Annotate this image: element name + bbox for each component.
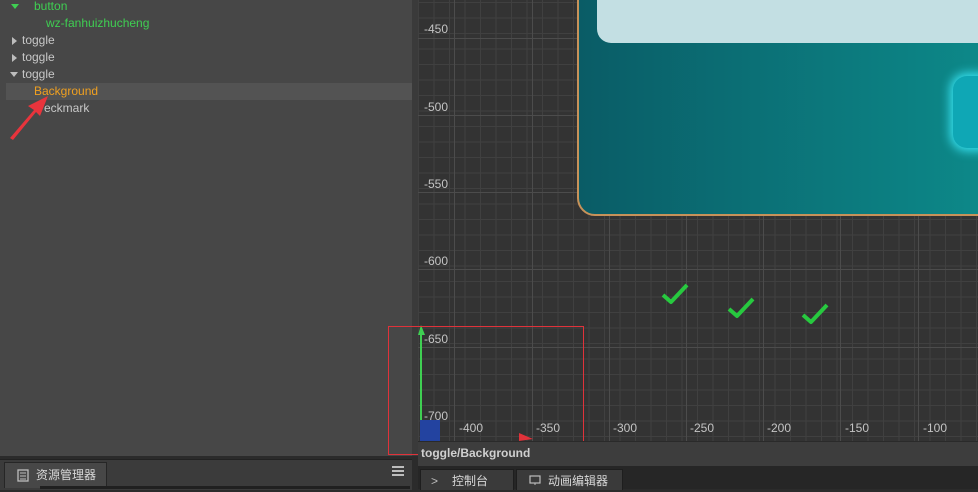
- animation-icon: [529, 475, 541, 485]
- x-tick-label: -250: [690, 421, 715, 435]
- dialog-button-sprite[interactable]: [953, 76, 978, 148]
- node-label: button: [34, 0, 68, 13]
- hierarchy-panel: button wz-fanhuizhucheng toggle toggle t…: [0, 0, 413, 456]
- node-background-selected[interactable]: Background: [6, 83, 412, 100]
- y-tick-label: -600: [424, 254, 449, 268]
- collapse-arrow-icon[interactable]: [12, 54, 17, 62]
- x-tick-label: -100: [923, 421, 948, 435]
- expand-arrow-icon[interactable]: [11, 4, 19, 9]
- status-bar: toggle/Background: [418, 441, 978, 466]
- node-button[interactable]: button: [11, 0, 68, 15]
- checkmark-icon[interactable]: [800, 302, 830, 326]
- assets-tab[interactable]: 资源管理器: [4, 462, 107, 488]
- y-tick-label: -500: [424, 100, 449, 114]
- expand-arrow-icon[interactable]: [10, 72, 18, 77]
- menu-icon[interactable]: [392, 466, 404, 476]
- checkmark-icon[interactable]: [726, 296, 756, 320]
- document-icon: [17, 469, 29, 482]
- node-toggle-1[interactable]: toggle: [10, 32, 55, 49]
- bottom-tab-strip: > 控制台 动画编辑器: [418, 466, 978, 490]
- node-toggle-2[interactable]: toggle: [10, 49, 55, 66]
- x-tick-label: -200: [767, 421, 792, 435]
- assets-panel: 资源管理器: [0, 459, 412, 490]
- tab-console[interactable]: > 控制台: [420, 469, 514, 490]
- node-toggle-3[interactable]: toggle: [10, 66, 55, 83]
- x-tick-label: -300: [613, 421, 638, 435]
- y-tick-label: -450: [424, 22, 449, 36]
- node-wz-fanhuizhucheng[interactable]: wz-fanhuizhucheng: [46, 15, 149, 32]
- checkmark-icon[interactable]: [660, 282, 690, 306]
- x-tick-label: -150: [845, 421, 870, 435]
- collapse-arrow-icon[interactable]: [12, 37, 17, 45]
- assets-tab-label: 资源管理器: [36, 468, 97, 482]
- grid-line: [418, 269, 978, 270]
- node-label: wz-fanhuizhucheng: [46, 16, 150, 30]
- y-tick-label: -550: [424, 177, 449, 191]
- dialog-title-area: [597, 0, 978, 43]
- dialog-sprite[interactable]: [577, 0, 978, 216]
- tab-animation-editor[interactable]: 动画编辑器: [516, 469, 623, 490]
- annotation-rectangle: [388, 326, 584, 455]
- node-path: toggle/Background: [421, 446, 531, 460]
- annotation-arrow-icon: [10, 96, 48, 140]
